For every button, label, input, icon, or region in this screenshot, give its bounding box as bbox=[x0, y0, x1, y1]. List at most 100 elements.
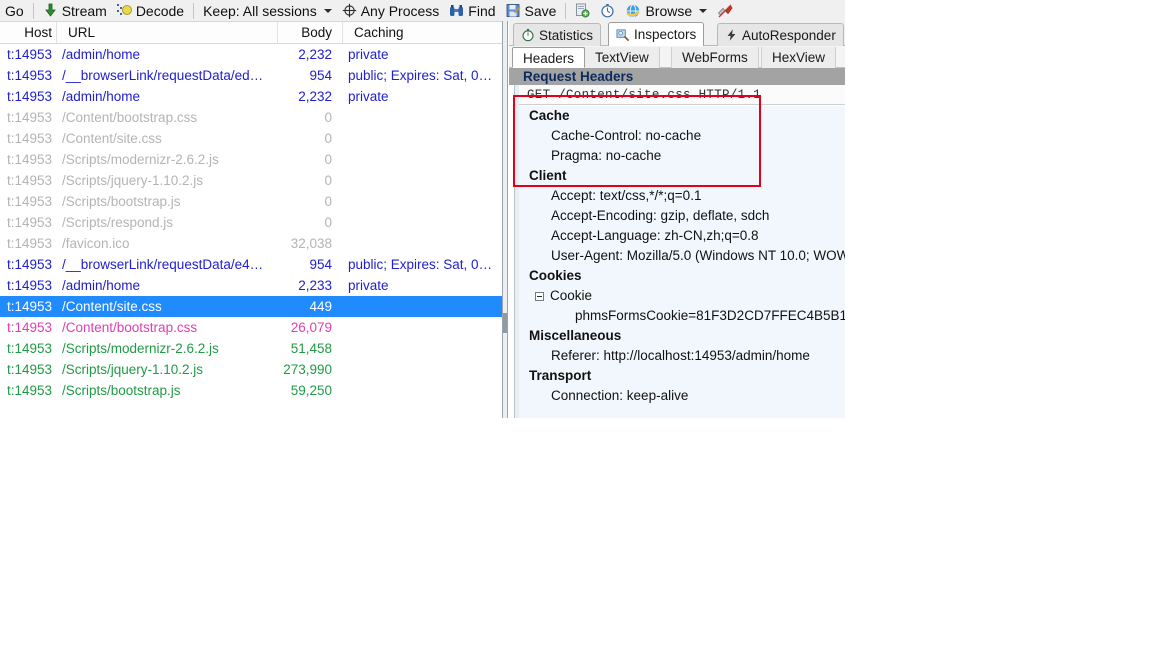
cell-body: 59,250 bbox=[290, 383, 332, 398]
toolbar-save-button[interactable]: Save bbox=[501, 0, 562, 21]
table-row[interactable]: t:14953/Content/site.css 449 bbox=[0, 296, 502, 317]
table-row[interactable]: t:14953/Scripts/respond.js 0 bbox=[0, 212, 502, 233]
subtab-textview[interactable]: TextView bbox=[584, 47, 660, 68]
column-header-caching[interactable]: Caching bbox=[348, 22, 498, 43]
header-entry[interactable]: User-Agent: Mozilla/5.0 (Windows NT 10.0… bbox=[519, 246, 845, 266]
headers-tree[interactable]: Cache Cache-Control: no-cache Pragma: no-c… bbox=[519, 106, 845, 418]
toolbar-browse-button[interactable]: Browse bbox=[620, 0, 712, 21]
toolbar-browse-label: Browse bbox=[645, 2, 693, 19]
column-header-host[interactable]: Host bbox=[0, 22, 56, 43]
subtab-hexview[interactable]: HexView bbox=[761, 47, 837, 68]
cell-host: t:14953 bbox=[6, 131, 52, 146]
cell-host: t:14953 bbox=[6, 257, 52, 272]
chevron-down-icon[interactable] bbox=[699, 8, 708, 13]
cell-host: t:14953 bbox=[6, 215, 52, 230]
toolbar-save-label: Save bbox=[524, 2, 557, 19]
chevron-down-icon[interactable] bbox=[323, 8, 332, 13]
column-divider[interactable] bbox=[56, 22, 57, 43]
header-entry[interactable]: Connection: keep-alive bbox=[519, 386, 845, 406]
toolbar-any-process-button[interactable]: Any Process bbox=[337, 0, 445, 21]
cell-caching: private bbox=[348, 89, 389, 104]
tab-inspectors[interactable]: Inspectors bbox=[608, 22, 705, 46]
column-divider[interactable] bbox=[342, 22, 343, 43]
toolbar-snapshot-button[interactable] bbox=[570, 0, 595, 21]
toolbar-keep-sessions-dropdown[interactable]: Keep: All sessions bbox=[198, 0, 337, 21]
cell-url: /__browserLink/requestData/ed… bbox=[62, 68, 264, 83]
table-row[interactable]: t:14953/Scripts/bootstrap.js 59,250 bbox=[0, 380, 502, 401]
cell-body: 0 bbox=[324, 194, 332, 209]
cell-url: /admin/home bbox=[62, 89, 141, 104]
pane-splitter-scrollbar[interactable] bbox=[502, 21, 508, 418]
cell-body: 0 bbox=[324, 173, 332, 188]
header-entry[interactable]: Accept: text/css,*/*;q=0.1 bbox=[519, 186, 845, 206]
cell-url: /__browserLink/requestData/e4… bbox=[62, 257, 264, 272]
table-row[interactable]: t:14953/admin/home 2,233 private bbox=[0, 275, 502, 296]
header-entry[interactable]: Referer: http://localhost:14953/admin/ho… bbox=[519, 346, 845, 366]
table-row[interactable]: t:14953/Content/bootstrap.css 0 bbox=[0, 107, 502, 128]
toolbar-clear-cache-button[interactable] bbox=[712, 0, 738, 21]
subtab-headers[interactable]: Headers bbox=[512, 47, 586, 68]
tab-statistics[interactable]: Statistics bbox=[513, 23, 602, 46]
main-toolbar: Go Stream Decode Keep: All sessions Any … bbox=[0, 0, 845, 21]
table-row[interactable]: t:14953/favicon.ico 32,038 bbox=[0, 233, 502, 254]
toolbar-find-label: Find bbox=[468, 2, 496, 19]
cell-caching: private bbox=[348, 47, 389, 62]
cell-url: /Scripts/respond.js bbox=[62, 215, 174, 230]
cell-host: t:14953 bbox=[6, 47, 52, 62]
inspector-tabstrip: Statistics Inspectors AutoResponder bbox=[509, 21, 845, 46]
cell-body: 26,079 bbox=[290, 320, 332, 335]
request-line[interactable]: GET /Content/site.css HTTP/1.1 bbox=[519, 85, 845, 105]
tab-autoresponder-label: AutoResponder bbox=[742, 27, 836, 43]
toolbar-stream-button[interactable]: Stream bbox=[38, 0, 112, 21]
table-row[interactable]: t:14953/Content/site.css 0 bbox=[0, 128, 502, 149]
cell-body: 51,458 bbox=[290, 341, 332, 356]
toolbar-decode-button[interactable]: Decode bbox=[112, 0, 189, 21]
header-group-title: Client bbox=[529, 168, 567, 183]
collapse-minus-icon[interactable] bbox=[535, 291, 544, 301]
tab-autoresponder[interactable]: AutoResponder bbox=[717, 23, 844, 46]
stopwatch-icon bbox=[600, 3, 615, 18]
stopwatch-icon bbox=[521, 28, 535, 42]
table-row[interactable]: t:14953 /__browserLink/requestData/ed… 954… bbox=[0, 65, 502, 86]
cell-host: t:14953 bbox=[6, 110, 52, 125]
table-row[interactable]: t:14953/Content/bootstrap.css 26,079 bbox=[0, 317, 502, 338]
table-row[interactable]: t:14953/Scripts/modernizr-2.6.2.js 51,458 bbox=[0, 338, 502, 359]
cell-body: 449 bbox=[309, 299, 332, 314]
toolbar-any-process-label: Any Process bbox=[360, 2, 440, 19]
toolbar-go-button[interactable]: Go bbox=[0, 0, 29, 21]
decode-icon bbox=[116, 3, 132, 18]
header-entry[interactable]: Accept-Language: zh-CN,zh;q=0.8 bbox=[519, 226, 845, 246]
header-entry[interactable]: Accept-Encoding: gzip, deflate, sdch bbox=[519, 206, 845, 226]
toolbar-timeline-button[interactable] bbox=[595, 0, 620, 21]
sessions-rows: t:14953/admin/home 2,232 private t:14953 /__… bbox=[0, 44, 502, 401]
column-header-url[interactable]: URL bbox=[62, 22, 277, 43]
table-row[interactable]: t:14953/Scripts/jquery-1.10.2.js 0 bbox=[0, 170, 502, 191]
table-row[interactable]: t:14953 /__browserLink/requestData/e4… 954… bbox=[0, 254, 502, 275]
table-row[interactable]: t:14953/Scripts/jquery-1.10.2.js 273,990 bbox=[0, 359, 502, 380]
inspector-panel: Statistics Inspectors AutoResponder Head… bbox=[509, 21, 845, 418]
toolbar-go-label: Go bbox=[5, 2, 24, 19]
add-page-icon bbox=[575, 3, 590, 18]
cell-body: 0 bbox=[324, 110, 332, 125]
cell-host: t:14953 bbox=[6, 194, 52, 209]
cell-url: /Scripts/modernizr-2.6.2.js bbox=[62, 152, 219, 167]
toolbar-find-button[interactable]: Find bbox=[444, 0, 500, 21]
target-icon bbox=[342, 3, 357, 18]
scrollbar-thumb[interactable] bbox=[503, 313, 507, 333]
table-row[interactable]: t:14953/admin/home 2,232 private bbox=[0, 44, 502, 65]
cell-body: 2,233 bbox=[298, 278, 332, 293]
header-entry[interactable]: Pragma: no-cache bbox=[519, 146, 845, 166]
cell-url: /Content/bootstrap.css bbox=[62, 110, 198, 125]
table-row[interactable]: t:14953/admin/home 2,232 private bbox=[0, 86, 502, 107]
cell-host: t:14953 bbox=[6, 236, 52, 251]
sessions-list-panel[interactable]: Host URL Body Caching t:14953/admin/home… bbox=[0, 21, 502, 418]
header-entry[interactable]: Cache-Control: no-cache bbox=[519, 126, 845, 146]
cell-body: 2,232 bbox=[298, 89, 332, 104]
column-header-body[interactable]: Body bbox=[278, 22, 338, 43]
table-row[interactable]: t:14953/Scripts/modernizr-2.6.2.js 0 bbox=[0, 149, 502, 170]
table-row[interactable]: t:14953/Scripts/bootstrap.js 0 bbox=[0, 191, 502, 212]
cell-host: t:14953 bbox=[6, 278, 52, 293]
header-entry[interactable]: phmsFormsCookie=81F3D2CD7FFEC4B5B1E bbox=[519, 306, 845, 326]
header-entry-expandable[interactable]: Cookie bbox=[519, 286, 845, 306]
subtab-webforms[interactable]: WebForms bbox=[671, 47, 759, 68]
